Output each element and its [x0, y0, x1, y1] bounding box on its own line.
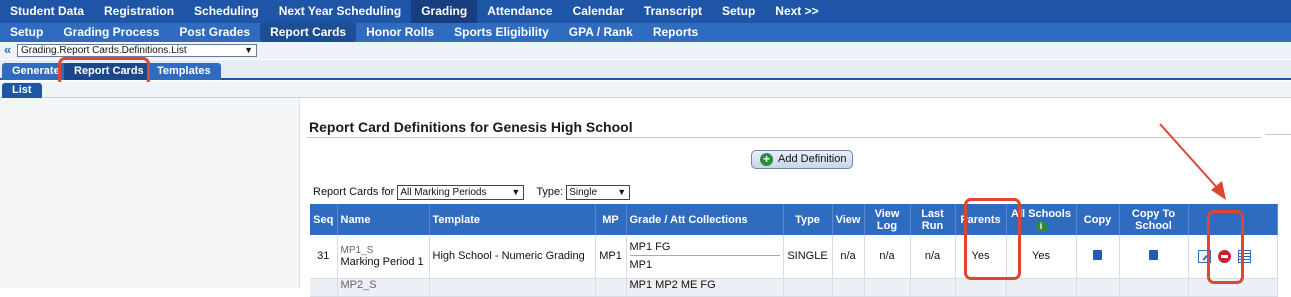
annotation-arrow: [1159, 123, 1226, 200]
arrow-shaft: [1159, 123, 1221, 192]
